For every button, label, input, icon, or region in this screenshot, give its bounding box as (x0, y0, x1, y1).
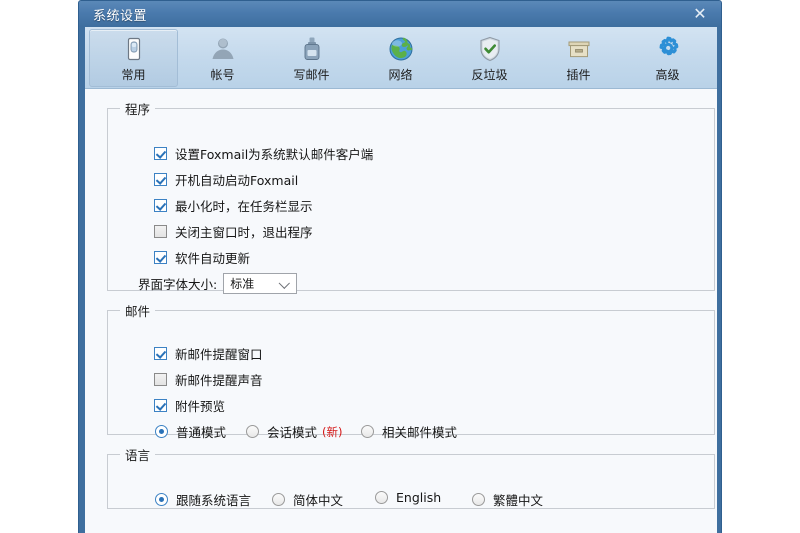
radio-row-simplified-chinese[interactable]: 简体中文 (272, 490, 343, 509)
close-icon[interactable]: ✕ (689, 4, 711, 24)
checkbox-row-new-mail-sound[interactable]: 新邮件提醒声音 (154, 370, 263, 389)
simplified-chinese-radio[interactable] (272, 493, 285, 506)
auto-update-label: 软件自动更新 (175, 251, 251, 266)
tab-label: 高级 (655, 68, 680, 82)
conversation-mode-radio[interactable] (246, 425, 259, 438)
radio-row-traditional-chinese[interactable]: 繁體中文 (472, 490, 543, 509)
exit-on-close-label: 关闭主窗口时，退出程序 (175, 225, 313, 240)
tab-compose[interactable]: 写邮件 (267, 29, 356, 87)
group-mail: 邮件 新邮件提醒窗口 新邮件提醒声音 附件预览 普通模式 会话模式 (新) 相关… (107, 301, 715, 440)
radio-row-english[interactable]: English (375, 490, 441, 505)
english-radio[interactable] (375, 491, 388, 504)
checkbox-row-default-client[interactable]: 设置Foxmail为系统默认邮件客户端 (154, 144, 373, 163)
new-mail-sound-label: 新邮件提醒声音 (175, 373, 263, 388)
minimize-tray-label: 最小化时，在任务栏显示 (175, 199, 313, 214)
attachment-preview-checkbox[interactable] (154, 399, 167, 412)
account-icon (208, 34, 238, 64)
checkbox-row-minimize-tray[interactable]: 最小化时，在任务栏显示 (154, 196, 313, 215)
tab-label: 帐号 (210, 68, 235, 82)
group-program: 程序 设置Foxmail为系统默认邮件客户端 开机自动启动Foxmail 最小化… (107, 99, 715, 294)
radio-row-related-mail-mode[interactable]: 相关邮件模式 (361, 422, 457, 441)
plugin-icon (564, 34, 594, 64)
new-badge: (新) (322, 424, 343, 439)
settings-window: 系统设置 ✕ 常用 帐号 写邮件 网络 反垃圾 插件 高级 程序 设置Foxma… (78, 0, 722, 533)
tab-label: 写邮件 (293, 68, 330, 82)
tab-label: 反垃圾 (471, 68, 508, 82)
conversation-mode-label: 会话模式 (267, 425, 318, 440)
font-size-row: 界面字体大小: 标准 (138, 273, 298, 294)
default-client-checkbox[interactable] (154, 147, 167, 160)
new-mail-popup-checkbox[interactable] (154, 347, 167, 360)
screen: 系统设置 ✕ 常用 帐号 写邮件 网络 反垃圾 插件 高级 程序 设置Foxma… (0, 0, 800, 533)
settings-toolbar: 常用 帐号 写邮件 网络 反垃圾 插件 高级 (85, 27, 717, 89)
font-size-select[interactable]: 标准 (223, 273, 298, 294)
exit-on-close-checkbox[interactable] (154, 225, 167, 238)
tab-label: 常用 (121, 68, 146, 82)
group-program-legend: 程序 (125, 102, 151, 117)
new-mail-sound-checkbox[interactable] (154, 373, 167, 386)
tab-label: 插件 (566, 68, 591, 82)
related-mail-mode-radio[interactable] (361, 425, 374, 438)
traditional-chinese-radio[interactable] (472, 493, 485, 506)
tab-antispam[interactable]: 反垃圾 (445, 29, 534, 87)
normal-mode-label: 普通模式 (176, 425, 227, 440)
window-client-area: 常用 帐号 写邮件 网络 反垃圾 插件 高级 程序 设置Foxmail为系统默认… (85, 27, 717, 533)
group-mail-legend: 邮件 (125, 304, 151, 319)
related-mail-mode-label: 相关邮件模式 (382, 425, 458, 440)
checkbox-row-attachment-preview[interactable]: 附件预览 (154, 396, 225, 415)
radio-row-normal-mode[interactable]: 普通模式 (155, 422, 226, 441)
radio-row-conversation-mode[interactable]: 会话模式 (新) (246, 422, 343, 441)
normal-mode-radio[interactable] (155, 425, 168, 438)
attachment-preview-label: 附件预览 (175, 399, 226, 414)
simplified-chinese-label: 简体中文 (293, 493, 344, 508)
traditional-chinese-label: 繁體中文 (493, 493, 544, 508)
new-mail-popup-label: 新邮件提醒窗口 (175, 347, 263, 362)
checkbox-row-new-mail-popup[interactable]: 新邮件提醒窗口 (154, 344, 263, 363)
window-title: 系统设置 (93, 9, 148, 24)
autostart-label: 开机自动启动Foxmail (175, 173, 299, 188)
chevron-down-icon (278, 277, 291, 289)
window-titlebar[interactable]: 系统设置 ✕ (79, 1, 721, 27)
tab-network[interactable]: 网络 (356, 29, 445, 87)
minimize-tray-checkbox[interactable] (154, 199, 167, 212)
english-label: English (396, 490, 442, 505)
radio-row-follow-system[interactable]: 跟随系统语言 (155, 490, 251, 509)
group-language: 语言 跟随系统语言 简体中文 English 繁體中文 (107, 445, 715, 509)
tab-plugin[interactable]: 插件 (534, 29, 623, 87)
follow-system-radio[interactable] (155, 493, 168, 506)
group-language-legend: 语言 (125, 448, 151, 463)
tab-account[interactable]: 帐号 (178, 29, 267, 87)
font-size-value: 标准 (230, 277, 255, 291)
tab-general[interactable]: 常用 (89, 29, 178, 87)
antispam-icon (475, 34, 505, 64)
tab-advanced[interactable]: 高级 (623, 29, 712, 87)
follow-system-label: 跟随系统语言 (176, 493, 252, 508)
general-icon (119, 34, 149, 64)
checkbox-row-auto-update[interactable]: 软件自动更新 (154, 248, 250, 267)
checkbox-row-autostart[interactable]: 开机自动启动Foxmail (154, 170, 298, 189)
default-client-label: 设置Foxmail为系统默认邮件客户端 (175, 147, 374, 162)
settings-body: 程序 设置Foxmail为系统默认邮件客户端 开机自动启动Foxmail 最小化… (85, 89, 717, 533)
tab-label: 网络 (388, 68, 413, 82)
autostart-checkbox[interactable] (154, 173, 167, 186)
compose-icon (297, 34, 327, 64)
checkbox-row-exit-on-close[interactable]: 关闭主窗口时，退出程序 (154, 222, 313, 241)
font-size-label: 界面字体大小: (138, 277, 218, 292)
auto-update-checkbox[interactable] (154, 251, 167, 264)
advanced-icon (653, 34, 683, 64)
network-icon (386, 34, 416, 64)
